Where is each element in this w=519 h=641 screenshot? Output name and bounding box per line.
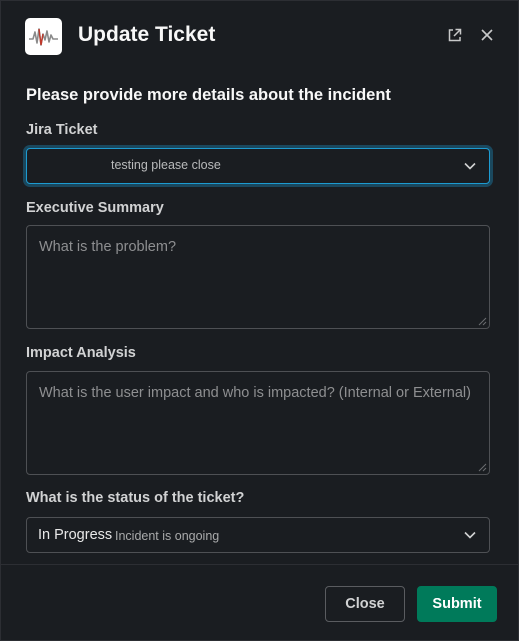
submit-button[interactable]: Submit: [417, 586, 497, 622]
ticket-status-selected-value: In Progress: [38, 527, 113, 543]
jira-ticket-select[interactable]: testing please close: [26, 148, 490, 184]
impact-analysis-label: Impact Analysis: [26, 345, 136, 361]
modal-footer: Close Submit: [1, 564, 518, 640]
jira-ticket-label: Jira Ticket: [26, 122, 98, 138]
section-title: Please provide more details about the in…: [26, 86, 391, 104]
jira-ticket-selected-value: testing please close: [111, 158, 221, 172]
ticket-status-select[interactable]: In Progress Incident is ongoing: [26, 517, 490, 553]
ticket-status-label: What is the status of the ticket?: [26, 490, 245, 506]
executive-summary-placeholder: What is the problem?: [39, 239, 177, 255]
close-icon[interactable]: [477, 25, 497, 45]
external-link-icon[interactable]: [444, 25, 464, 45]
ticket-status-selected-description: Incident is ongoing: [115, 529, 220, 543]
resize-handle-icon[interactable]: [478, 463, 487, 472]
impact-analysis-placeholder: What is the user impact and who is impac…: [39, 385, 471, 401]
modal-header: Update Ticket: [1, 1, 518, 71]
waveform-icon: [25, 18, 62, 55]
chevron-down-icon: [464, 531, 476, 539]
executive-summary-textarea[interactable]: What is the problem?: [26, 225, 490, 329]
close-button[interactable]: Close: [325, 586, 405, 622]
update-ticket-modal: Update Ticket Please provide more detail…: [0, 0, 519, 641]
resize-handle-icon[interactable]: [478, 317, 487, 326]
modal-title: Update Ticket: [78, 23, 216, 46]
chevron-down-icon: [464, 162, 476, 170]
impact-analysis-textarea[interactable]: What is the user impact and who is impac…: [26, 371, 490, 475]
executive-summary-label: Executive Summary: [26, 200, 164, 216]
